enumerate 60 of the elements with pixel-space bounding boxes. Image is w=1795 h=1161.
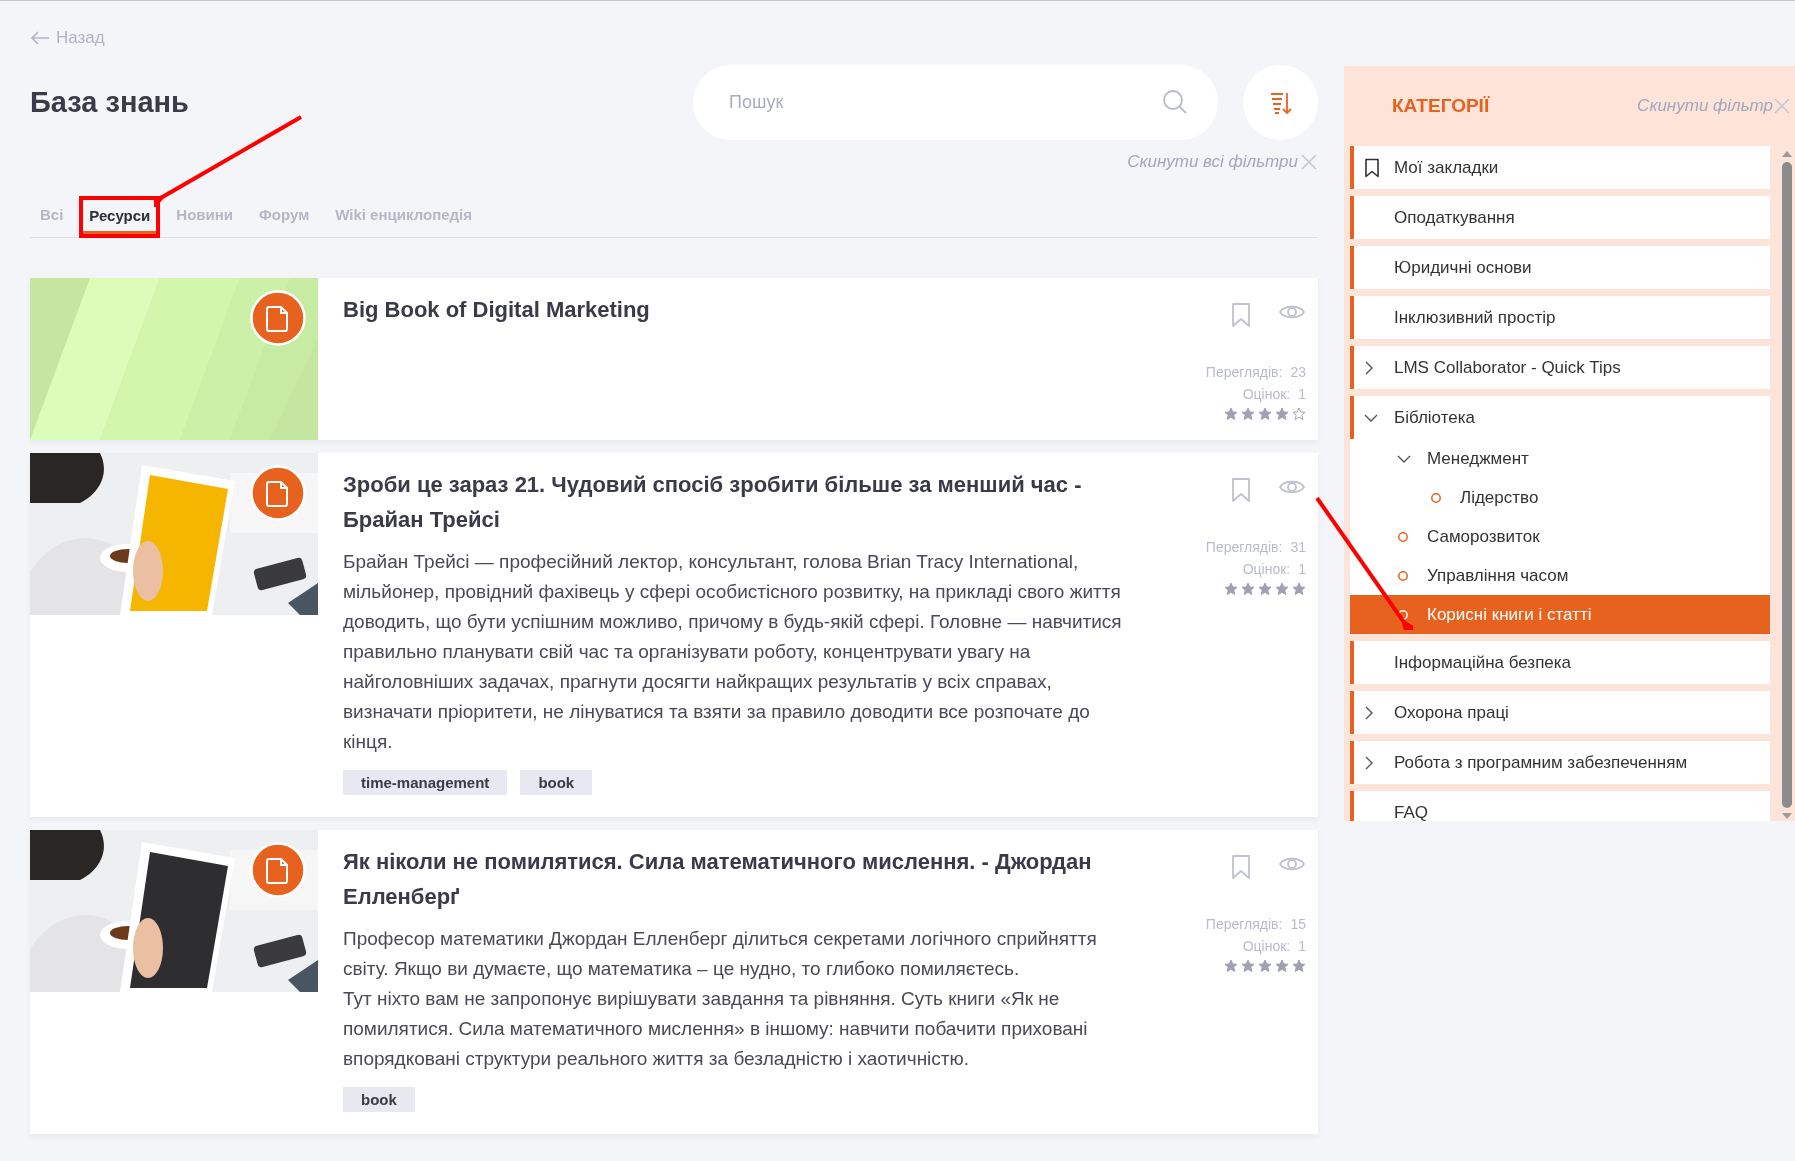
close-icon[interactable] — [1773, 97, 1791, 115]
bookmark-icon[interactable] — [1230, 302, 1252, 328]
circle-icon — [1430, 491, 1442, 504]
circle-icon — [1397, 530, 1409, 543]
category-item[interactable]: Охорона праці — [1350, 691, 1770, 734]
category-item[interactable]: Саморозвиток — [1350, 517, 1770, 556]
stat-value: 31 — [1290, 538, 1306, 557]
category-item[interactable]: Управління часом — [1350, 556, 1770, 595]
category-item[interactable]: Лідерство — [1350, 478, 1770, 517]
bookmark-icon[interactable] — [1230, 854, 1252, 880]
chevron-down-icon[interactable] — [1397, 453, 1411, 464]
document-icon — [250, 290, 306, 346]
page-title: База знань — [30, 86, 190, 119]
category-item[interactable]: Інклюзивний простір — [1350, 296, 1770, 339]
card-description: Професор математики Джордан Елленберг ділиться секретами логічного сприйняття світу. Якщо ви думаєте, що математика – це нудно, то глибоко помиляєтесь. — [343, 927, 1098, 981]
tag[interactable]: book — [520, 770, 593, 795]
search-field[interactable]: Пошук — [693, 65, 1218, 140]
category-item[interactable]: Мої закладки — [1350, 146, 1770, 189]
chevron-down-icon[interactable] — [1364, 412, 1378, 423]
category-item[interactable]: Оподаткування — [1350, 196, 1770, 239]
stat-value: 23 — [1290, 363, 1306, 382]
tab[interactable]: Ресурси — [79, 196, 161, 238]
stat-value: 1 — [1298, 937, 1306, 956]
document-icon — [250, 842, 306, 898]
stat-label: Переглядів: — [1205, 915, 1283, 934]
chevron-right-icon[interactable] — [1364, 360, 1374, 375]
bookmark-icon[interactable] — [1230, 477, 1252, 503]
panel-title: КАТЕГОРІЇ — [1392, 95, 1490, 117]
stat-label: Переглядів: — [1205, 538, 1283, 557]
arrow-left-icon — [30, 31, 50, 45]
tag[interactable]: book — [343, 1087, 415, 1112]
stat-value: 1 — [1298, 385, 1306, 404]
stat-value: 15 — [1290, 915, 1306, 934]
sort-icon — [1269, 90, 1292, 115]
category-item[interactable]: FAQ — [1350, 791, 1770, 821]
close-icon[interactable] — [1300, 153, 1318, 171]
category-item[interactable]: Менеджмент — [1350, 439, 1770, 478]
category-item[interactable]: LMS Collaborator - Quick Tips — [1350, 346, 1770, 389]
stat-label: Оцінок: — [1242, 385, 1291, 404]
chevron-right-icon[interactable] — [1364, 755, 1374, 770]
chevron-right-icon[interactable] — [1364, 705, 1374, 720]
category-item[interactable]: Робота з програмним забезпеченням — [1350, 741, 1770, 784]
circle-icon — [1397, 569, 1409, 582]
card-title[interactable]: Big Book of Digital Marketing — [343, 292, 1146, 327]
category-item[interactable]: Інформаційна безпека — [1350, 641, 1770, 684]
category-item[interactable]: Юридичні основи — [1350, 246, 1770, 289]
card-title[interactable]: Як ніколи не помилятися. Сила математичного мислення. - Джордан Елленберґ — [343, 844, 1146, 914]
card-description: Брайан Трейсі — професійний лектор, консультант, голова Brian Tracy International, мільйонер, провідний фахівець у сфері особистісного розвитку, на прикладі свого життя доводить, що бути успішним можливо, причому в будь-якій сфері. Головне — навчитися правильно планувати свій час та організувати роботу, концентрувати увагу на найголовніших задачах, прагнути досягти найкращих результатів у всіх справах, визначати пріоритети, не лінуватися та взяти за правило доводити все розпочате до кінця. — [343, 550, 1123, 754]
arrow-down-icon[interactable] — [1781, 812, 1793, 820]
bookmark-icon — [1364, 157, 1380, 178]
document-icon — [250, 465, 306, 521]
tag[interactable]: time-management — [343, 770, 508, 795]
arrow-up-icon[interactable] — [1781, 150, 1793, 158]
stat-label: Переглядів: — [1205, 363, 1283, 382]
card-description: Тут ніхто вам не запропонує вирішувати завдання та рівняння. Суть книги «Як не помилятися. Сила математичного мислення» в іншому: навчити побачити приховані впорядковані структури реального життя за безладністю і хаотичністю. — [343, 987, 1089, 1071]
stat-label: Оцінок: — [1242, 560, 1291, 579]
stat-value: 1 — [1298, 560, 1306, 579]
search-icon[interactable] — [1162, 89, 1188, 115]
card-title[interactable]: Зроби це зараз 21. Чудовий спосіб зробити більше за менший час - Брайан Трейсі — [343, 467, 1146, 537]
stat-label: Оцінок: — [1242, 937, 1291, 956]
